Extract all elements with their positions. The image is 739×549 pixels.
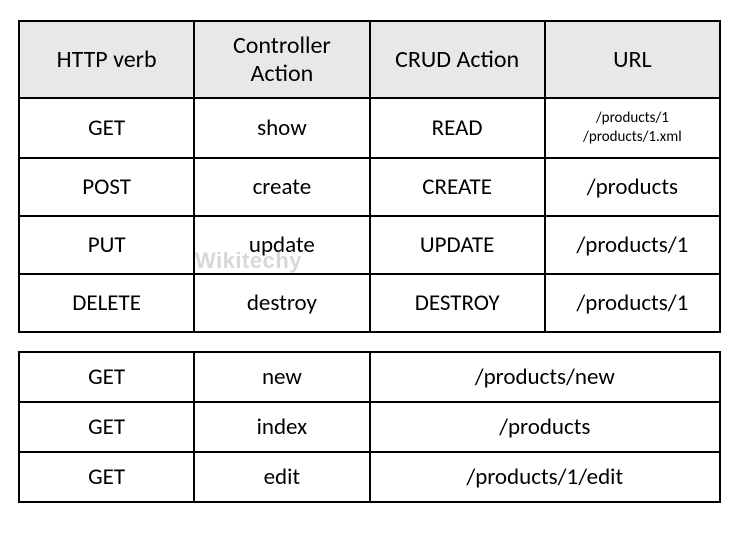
table-row: PUT update UPDATE /products/1 <box>19 216 720 274</box>
cell-url: /products/1 /products/1.xml <box>545 98 720 158</box>
cell-verb: POST <box>19 158 194 216</box>
table-row: POST create CREATE /products <box>19 158 720 216</box>
cell-verb: PUT <box>19 216 194 274</box>
table-row: GET index /products <box>19 402 720 452</box>
header-controller-action: Controller Action <box>194 21 369 98</box>
cell-action: show <box>194 98 369 158</box>
table-header-row: HTTP verb Controller Action CRUD Action … <box>19 21 720 98</box>
cell-url: /products <box>370 402 721 452</box>
header-http-verb: HTTP verb <box>19 21 194 98</box>
cell-verb: GET <box>19 402 194 452</box>
cell-action: destroy <box>194 274 369 332</box>
cell-crud: CREATE <box>370 158 545 216</box>
cell-action: edit <box>194 452 369 502</box>
header-url: URL <box>545 21 720 98</box>
cell-url: /products/1 <box>545 216 720 274</box>
table-row: GET edit /products/1/edit <box>19 452 720 502</box>
additional-routes-table: GET new /products/new GET index /product… <box>18 351 721 503</box>
cell-action: create <box>194 158 369 216</box>
cell-verb: DELETE <box>19 274 194 332</box>
header-crud-action: CRUD Action <box>370 21 545 98</box>
cell-verb: GET <box>19 352 194 402</box>
cell-crud: READ <box>370 98 545 158</box>
cell-url: /products/new <box>370 352 721 402</box>
table-row: GET new /products/new <box>19 352 720 402</box>
cell-action: update <box>194 216 369 274</box>
table-row: DELETE destroy DESTROY /products/1 <box>19 274 720 332</box>
cell-verb: GET <box>19 98 194 158</box>
cell-action: new <box>194 352 369 402</box>
cell-verb: GET <box>19 452 194 502</box>
cell-crud: UPDATE <box>370 216 545 274</box>
cell-url: /products <box>545 158 720 216</box>
http-crud-table: HTTP verb Controller Action CRUD Action … <box>18 20 721 333</box>
cell-url: /products/1/edit <box>370 452 721 502</box>
cell-url: /products/1 <box>545 274 720 332</box>
table-row: GET show READ /products/1 /products/1.xm… <box>19 98 720 158</box>
cell-crud: DESTROY <box>370 274 545 332</box>
cell-action: index <box>194 402 369 452</box>
